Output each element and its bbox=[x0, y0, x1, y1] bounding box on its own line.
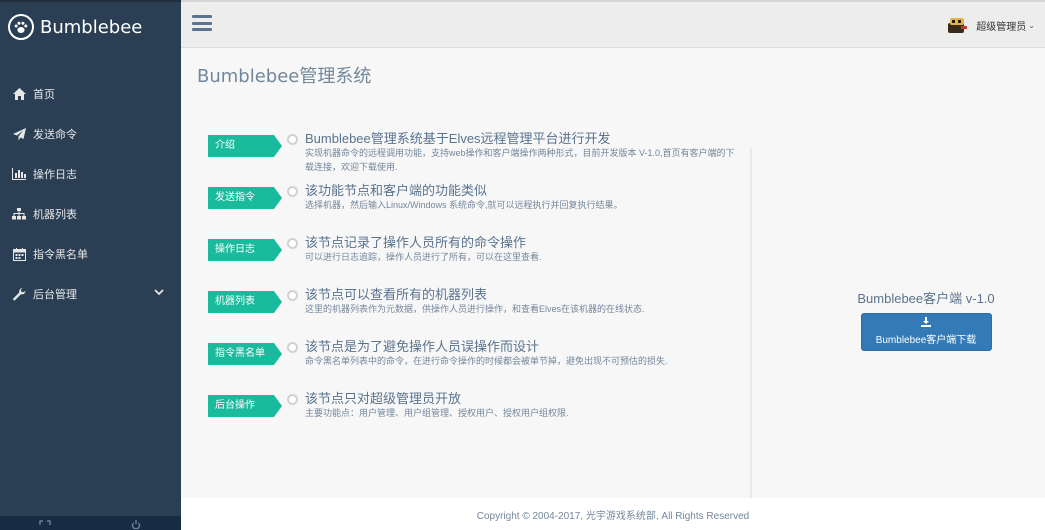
timeline-title: 该节点是为了避免操作人员误操作而设计 bbox=[305, 339, 540, 354]
sidebar-item-label: 后台管理 bbox=[33, 289, 77, 301]
copyright-text: Copyright © 2004-2017, 光宇游戏系统部, All Righ… bbox=[476, 510, 750, 522]
timeline-title: 该功能节点和客户端的功能类似 bbox=[305, 183, 488, 198]
brand[interactable]: Bumblebee bbox=[0, 2, 181, 52]
chevron-down-icon bbox=[154, 287, 164, 299]
timeline-item: 发送指令 该功能节点和客户端的功能类似 选择机器，然后输入Linux/Windo… bbox=[198, 170, 758, 222]
timeline-tag[interactable]: 介绍 bbox=[208, 135, 282, 157]
timeline-desc: 这里的机器列表作为元数据，供操作人员进行操作，和查看Elves在该机器的在线状态… bbox=[305, 304, 645, 314]
timeline-dot bbox=[287, 290, 298, 301]
sidebar: Bumblebee 首页 发送命令 操作日志 机器列表 指令黑名单 后台管理 bbox=[0, 0, 181, 530]
user-menu[interactable]: 超级管理员 ⌄ bbox=[946, 14, 1035, 36]
timeline-desc: 主要功能点：用户管理、用户组管理、授权用户、授权用户组权限. bbox=[305, 408, 569, 418]
sidebar-item-label: 首页 bbox=[33, 89, 55, 101]
calendar-icon bbox=[12, 247, 26, 261]
sidebar-item-operation-log[interactable]: 操作日志 bbox=[0, 154, 181, 194]
timeline-tag[interactable]: 操作日志 bbox=[208, 239, 282, 261]
timeline-panel: 介绍 Bumblebee管理系统基于Elves远程管理平台进行开发 实现机器命令… bbox=[198, 118, 758, 458]
footer: Copyright © 2004-2017, 光宇游戏系统部, All Righ… bbox=[181, 498, 1045, 530]
timeline-dot bbox=[287, 238, 298, 249]
timeline-tag[interactable]: 后台操作 bbox=[208, 395, 282, 417]
timeline-desc: 命令黑名单列表中的命令，在进行命令操作的时候都会被单节掉，避免出现不可预估的损失… bbox=[305, 356, 668, 366]
timeline-tag[interactable]: 发送指令 bbox=[208, 187, 282, 209]
timeline-title: 该节点可以查看所有的机器列表 bbox=[305, 287, 488, 302]
menu-toggle-icon[interactable] bbox=[192, 15, 212, 33]
chevron-down-icon: ⌄ bbox=[1028, 20, 1035, 30]
download-title: Bumblebee客户端 v-1.0 bbox=[857, 291, 995, 306]
page-title: Bumblebee管理系统 bbox=[197, 66, 372, 87]
fullscreen-icon[interactable] bbox=[25, 518, 65, 530]
timeline-dot bbox=[287, 394, 298, 405]
timeline-title: 该节点只对超级管理员开放 bbox=[305, 391, 462, 406]
download-icon bbox=[862, 317, 991, 329]
download-button[interactable]: Bumblebee客户端下载 bbox=[860, 313, 992, 351]
timeline-title: Bumblebee管理系统基于Elves远程管理平台进行开发 bbox=[305, 131, 611, 146]
timeline-item: 操作日志 该节点记录了操作人员所有的命令操作 可以进行日志追踪，操作人员进行了所… bbox=[198, 222, 758, 274]
sitemap-icon bbox=[12, 207, 26, 221]
timeline-dot bbox=[287, 134, 298, 145]
power-icon[interactable] bbox=[116, 518, 156, 530]
timeline-title: 该节点记录了操作人员所有的命令操作 bbox=[305, 235, 527, 250]
sidebar-item-label: 发送命令 bbox=[33, 129, 77, 141]
avatar bbox=[946, 14, 968, 36]
timeline-item: 介绍 Bumblebee管理系统基于Elves远程管理平台进行开发 实现机器命令… bbox=[198, 118, 758, 172]
sidebar-item-home[interactable]: 首页 bbox=[0, 74, 181, 114]
user-name: 超级管理员 bbox=[976, 21, 1027, 33]
main-content: Bumblebee管理系统 介绍 Bumblebee管理系统基于Elves远程管… bbox=[181, 48, 1045, 508]
timeline-tag[interactable]: 机器列表 bbox=[208, 291, 282, 313]
bar-chart-icon bbox=[12, 167, 26, 181]
timeline-item: 指令黑名单 该节点是为了避免操作人员误操作而设计 命令黑名单列表中的命令，在进行… bbox=[198, 326, 758, 378]
sidebar-item-label: 指令黑名单 bbox=[33, 249, 88, 261]
home-icon bbox=[12, 87, 26, 101]
timeline-item: 后台操作 该节点只对超级管理员开放 主要功能点：用户管理、用户组管理、授权用户、… bbox=[198, 378, 758, 430]
timeline-desc: 选择机器，然后输入Linux/Windows 系统命令,就可以远程执行并回复执行… bbox=[305, 200, 623, 210]
sidebar-nav: 首页 发送命令 操作日志 机器列表 指令黑名单 后台管理 bbox=[0, 74, 181, 314]
brand-name: Bumblebee bbox=[40, 16, 143, 38]
sidebar-item-label: 操作日志 bbox=[33, 169, 77, 181]
top-navbar: 超级管理员 ⌄ bbox=[181, 0, 1045, 48]
sidebar-item-machine-list[interactable]: 机器列表 bbox=[0, 194, 181, 234]
sidebar-item-label: 机器列表 bbox=[33, 209, 77, 221]
timeline-desc: 可以进行日志追踪，操作人员进行了所有，可以在这里查看. bbox=[305, 252, 542, 262]
timeline-tag[interactable]: 指令黑名单 bbox=[208, 343, 282, 365]
download-button-label: Bumblebee客户端下载 bbox=[875, 335, 977, 346]
download-box: Bumblebee客户端 v-1.0 Bumblebee客户端下载 bbox=[851, 288, 1001, 351]
timeline-dot bbox=[287, 186, 298, 197]
paper-plane-icon bbox=[12, 127, 26, 141]
paw-icon bbox=[8, 14, 34, 40]
timeline-dot bbox=[287, 342, 298, 353]
divider bbox=[750, 148, 752, 508]
wrench-icon bbox=[12, 287, 26, 301]
sidebar-item-send-command[interactable]: 发送命令 bbox=[0, 114, 181, 154]
sidebar-footer bbox=[0, 516, 181, 530]
sidebar-item-admin[interactable]: 后台管理 bbox=[0, 274, 181, 314]
timeline-item: 机器列表 该节点可以查看所有的机器列表 这里的机器列表作为元数据，供操作人员进行… bbox=[198, 274, 758, 326]
sidebar-item-command-blacklist[interactable]: 指令黑名单 bbox=[0, 234, 181, 274]
